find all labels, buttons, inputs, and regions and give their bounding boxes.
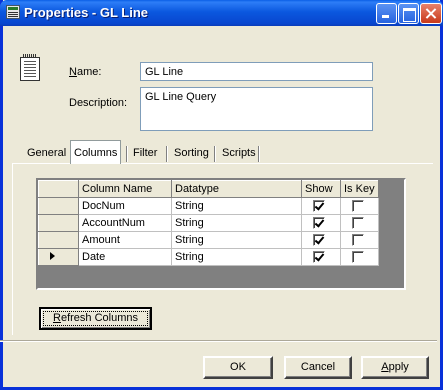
column-header-datatype[interactable]: Datatype xyxy=(171,180,302,198)
datatype-cell[interactable]: String xyxy=(171,197,302,215)
description-field[interactable]: GL Line Query xyxy=(140,87,373,131)
table-row[interactable]: DocNum String xyxy=(38,197,379,215)
is-key-cell xyxy=(340,214,379,232)
grid-corner-cell xyxy=(38,180,79,198)
divider xyxy=(0,340,437,342)
current-row-arrow-icon xyxy=(50,252,55,260)
tab-separator xyxy=(214,146,216,162)
close-button[interactable] xyxy=(420,3,442,24)
cancel-button[interactable]: Cancel xyxy=(284,356,352,379)
table-row[interactable]: Amount String xyxy=(38,231,379,249)
apply-button[interactable]: Apply xyxy=(361,356,429,379)
is-key-checkbox[interactable] xyxy=(352,200,364,213)
row-selector[interactable] xyxy=(38,197,79,215)
is-key-cell xyxy=(340,197,379,215)
maximize-button[interactable] xyxy=(398,3,419,24)
datatype-cell[interactable]: String xyxy=(171,214,302,232)
datatype-cell[interactable]: String xyxy=(171,248,302,266)
column-header-is-key[interactable]: Is Key xyxy=(340,180,379,198)
show-cell xyxy=(301,197,341,215)
tab-general[interactable]: General xyxy=(24,143,69,164)
show-checkbox[interactable] xyxy=(313,200,325,213)
row-selector[interactable] xyxy=(38,214,79,232)
tab-columns[interactable]: Columns xyxy=(70,140,122,164)
column-name-cell[interactable]: AccountNum xyxy=(78,214,172,232)
name-label: Name: xyxy=(69,66,102,78)
refresh-columns-button[interactable]: Refresh Columns xyxy=(39,307,152,330)
column-name-cell[interactable]: Amount xyxy=(78,231,172,249)
column-header-name[interactable]: Column Name xyxy=(78,180,172,198)
title-bar[interactable]: Properties - GL Line xyxy=(0,0,443,26)
tab-filter[interactable]: Filter xyxy=(130,143,160,164)
name-field[interactable]: GL Line xyxy=(140,62,373,81)
is-key-cell xyxy=(340,231,379,249)
show-checkbox[interactable] xyxy=(313,217,325,230)
table-row[interactable]: Date String xyxy=(38,248,379,266)
columns-grid: Column Name Datatype Show Is Key DocNum … xyxy=(36,178,406,290)
datatype-cell[interactable]: String xyxy=(171,231,302,249)
show-cell xyxy=(301,248,341,266)
show-cell xyxy=(301,231,341,249)
table-row[interactable]: AccountNum String xyxy=(38,214,379,232)
grid-header-row: Column Name Datatype Show Is Key xyxy=(38,180,379,198)
app-grid-icon xyxy=(6,5,20,19)
minimize-button[interactable] xyxy=(376,3,397,24)
tab-scripts[interactable]: Scripts xyxy=(219,143,259,164)
document-icon xyxy=(20,54,40,81)
is-key-cell xyxy=(340,248,379,266)
window-title: Properties - GL Line xyxy=(24,5,149,20)
is-key-checkbox[interactable] xyxy=(352,217,364,230)
description-label: Description: xyxy=(69,97,128,109)
row-selector[interactable] xyxy=(38,231,79,249)
tab-sorting[interactable]: Sorting xyxy=(171,143,212,164)
tab-separator xyxy=(258,146,260,162)
show-checkbox[interactable] xyxy=(313,234,325,247)
column-name-cell[interactable]: Date xyxy=(78,248,172,266)
is-key-checkbox[interactable] xyxy=(352,251,364,264)
row-selector[interactable] xyxy=(38,248,79,266)
is-key-checkbox[interactable] xyxy=(352,234,364,247)
show-cell xyxy=(301,214,341,232)
tab-separator xyxy=(126,146,128,162)
ok-button[interactable]: OK xyxy=(203,356,273,379)
show-checkbox[interactable] xyxy=(313,251,325,264)
column-header-show[interactable]: Show xyxy=(301,180,341,198)
tab-separator xyxy=(166,146,168,162)
column-name-cell[interactable]: DocNum xyxy=(78,197,172,215)
